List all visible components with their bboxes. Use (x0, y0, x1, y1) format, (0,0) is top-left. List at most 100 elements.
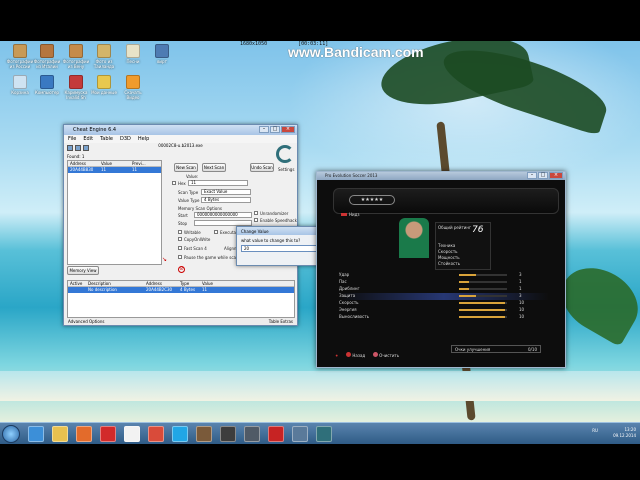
taskbar-yandex-icon[interactable] (124, 426, 140, 442)
stat-row[interactable]: Удар 3 (339, 272, 549, 279)
taskbar-game-icon[interactable] (196, 426, 212, 442)
new-scan-button[interactable]: New Scan (174, 163, 198, 172)
start-input[interactable]: 0000000000000000 (194, 212, 252, 218)
close-button[interactable]: × (281, 126, 295, 133)
stat-row[interactable]: Защита 3 (339, 293, 549, 300)
taskbar-ie-icon[interactable] (28, 426, 44, 442)
next-scan-button[interactable]: Next Scan (202, 163, 226, 172)
col-value[interactable]: Value (99, 161, 130, 166)
clock-date[interactable]: 09.12.2014 (613, 433, 636, 439)
address-row[interactable]: No description 20A44B2C30 4 Bytes 11 (68, 287, 294, 293)
copyonwrite-checkbox[interactable] (178, 237, 182, 241)
desktop-icon-label: Корзина (11, 90, 29, 95)
speedhack-checkbox[interactable] (254, 218, 258, 222)
system-tray[interactable]: RU 13:20 09.12.2014 (592, 427, 636, 439)
taskbar-firefox-icon[interactable] (76, 426, 92, 442)
scan-type-label: Scan Type (178, 190, 199, 195)
taskbar-pes-icon[interactable] (220, 426, 236, 442)
desktop-icon-my-data[interactable]: Мои данные (90, 75, 118, 95)
unrandomizer-checkbox[interactable] (254, 211, 258, 215)
hint-clear[interactable]: Очистить (373, 352, 399, 358)
taskbar-media-icon[interactable] (148, 426, 164, 442)
hex-label: Hex (178, 181, 186, 186)
col-active[interactable]: Active (68, 281, 88, 286)
download-video-icon (126, 75, 140, 89)
fast-scan-label: Fast Scan 4 (184, 246, 207, 251)
ce-titlebar[interactable]: Cheat Engine 6.4 – □ × (64, 125, 297, 135)
language-indicator[interactable]: RU (592, 428, 598, 434)
desktop-icon-photos-vienna[interactable]: Фотографии из Вену (62, 44, 90, 69)
result-row[interactable]: 20A44B830 11 11 (68, 167, 161, 173)
desktop-icon-label: вирт (157, 59, 167, 64)
writable-checkbox[interactable] (178, 230, 182, 234)
cheat-engine-logo-icon[interactable] (276, 145, 294, 163)
col-value-2[interactable]: Value (202, 281, 294, 286)
desktop-icon-computer[interactable]: Компьютер (33, 75, 61, 95)
col-type[interactable]: Type (180, 281, 202, 286)
pointer-arrow-icon[interactable]: ↘ (162, 256, 168, 263)
taskbar-skype-icon[interactable] (172, 426, 188, 442)
settings-label[interactable]: Settings (278, 167, 294, 172)
cheat-engine-window[interactable]: Cheat Engine 6.4 – □ × File Edit Table D… (63, 124, 298, 326)
hint-back[interactable]: Назад (346, 352, 365, 358)
desktop-icon-photos-italy[interactable]: Фотографии из Италии (33, 44, 61, 69)
desktop-icon-recycle-bin[interactable]: Корзина (6, 75, 34, 95)
col-address[interactable]: Address (68, 161, 99, 166)
hex-checkbox[interactable] (172, 181, 176, 185)
taskbar-explorer-icon[interactable] (52, 426, 68, 442)
value-type-select[interactable]: 4 Bytes (201, 197, 251, 203)
col-previous[interactable]: Previ... (130, 161, 161, 166)
desktop-icon-photos-russia[interactable]: Фотографии из России (6, 44, 34, 69)
col-description[interactable]: Description (88, 281, 146, 286)
scan-type-select[interactable]: Exact Value (201, 189, 251, 195)
desktop-icon-karimuska[interactable]: Каримуска Invalid Sh (62, 75, 90, 100)
minimize-button[interactable]: – (259, 126, 269, 133)
taskbar-opera-icon[interactable] (100, 426, 116, 442)
table-extras-link[interactable]: Table Extras (269, 319, 293, 324)
menu-file[interactable]: File (68, 136, 76, 142)
fast-scan-checkbox[interactable] (178, 246, 182, 250)
desktop-icon-photos-thailand[interactable]: Фото из Таиланда (90, 44, 118, 69)
game-window[interactable]: Pro Evolution Soccer 2013 – □ × ★★★★★ Ни… (316, 171, 566, 368)
menu-table[interactable]: Table (100, 136, 113, 142)
advanced-options-link[interactable]: Advanced Options (68, 319, 104, 324)
results-list[interactable]: Address Value Previ... 20A44B830 11 11 (67, 160, 162, 265)
stat-row[interactable]: Скорость 10 (339, 300, 549, 307)
start-button[interactable] (2, 425, 20, 443)
recycle-bin-icon (13, 75, 27, 89)
value-input[interactable]: 11 (188, 180, 248, 186)
active-checkbox[interactable] (68, 287, 88, 293)
stat-row[interactable]: Пас 1 (339, 279, 549, 286)
desktop-icon-download-video[interactable]: Скачать Видео (119, 75, 147, 100)
speedhack-label: Enable Speedhack (260, 218, 297, 223)
beach (0, 371, 640, 401)
desktop-icon-virt[interactable]: вирт (148, 44, 176, 64)
menu-d3d[interactable]: D3D (120, 136, 131, 142)
taskbar-photo-icon[interactable] (292, 426, 308, 442)
taskbar-video-icon[interactable] (244, 426, 260, 442)
stat-bar (459, 302, 505, 304)
executable-checkbox[interactable] (214, 230, 218, 234)
memory-view-button[interactable]: Memory View (67, 266, 99, 275)
menu-help[interactable]: Help (138, 136, 149, 142)
col-address-2[interactable]: Address (146, 281, 180, 286)
stat-row[interactable]: Дриблинг 1 (339, 286, 549, 293)
desktop-icon-songs[interactable]: Песни (119, 44, 147, 64)
undo-scan-button[interactable]: Undo Scan (250, 163, 274, 172)
pause-game-checkbox[interactable] (178, 255, 182, 259)
game-maximize-button[interactable]: □ (538, 172, 548, 179)
stop-scan-icon[interactable]: ⊘ (178, 266, 185, 273)
taskbar-cheat-engine-icon[interactable] (316, 426, 332, 442)
stat-row[interactable]: Энергия 10 (339, 307, 549, 314)
game-close-button[interactable]: × (549, 172, 563, 179)
menu-edit[interactable]: Edit (83, 136, 93, 142)
game-titlebar[interactable]: Pro Evolution Soccer 2013 – □ × (317, 172, 565, 180)
address-list[interactable]: Active Description Address Type Value No… (67, 280, 295, 318)
taskbar-record-icon[interactable] (268, 426, 284, 442)
stat-row[interactable]: Выносливость 10 (339, 314, 549, 321)
player-portrait (399, 218, 429, 258)
improvement-points: Очки улучшения 0/10 (451, 345, 541, 353)
maximize-button[interactable]: □ (270, 126, 280, 133)
stat-bar (459, 288, 469, 290)
game-minimize-button[interactable]: – (527, 172, 537, 179)
